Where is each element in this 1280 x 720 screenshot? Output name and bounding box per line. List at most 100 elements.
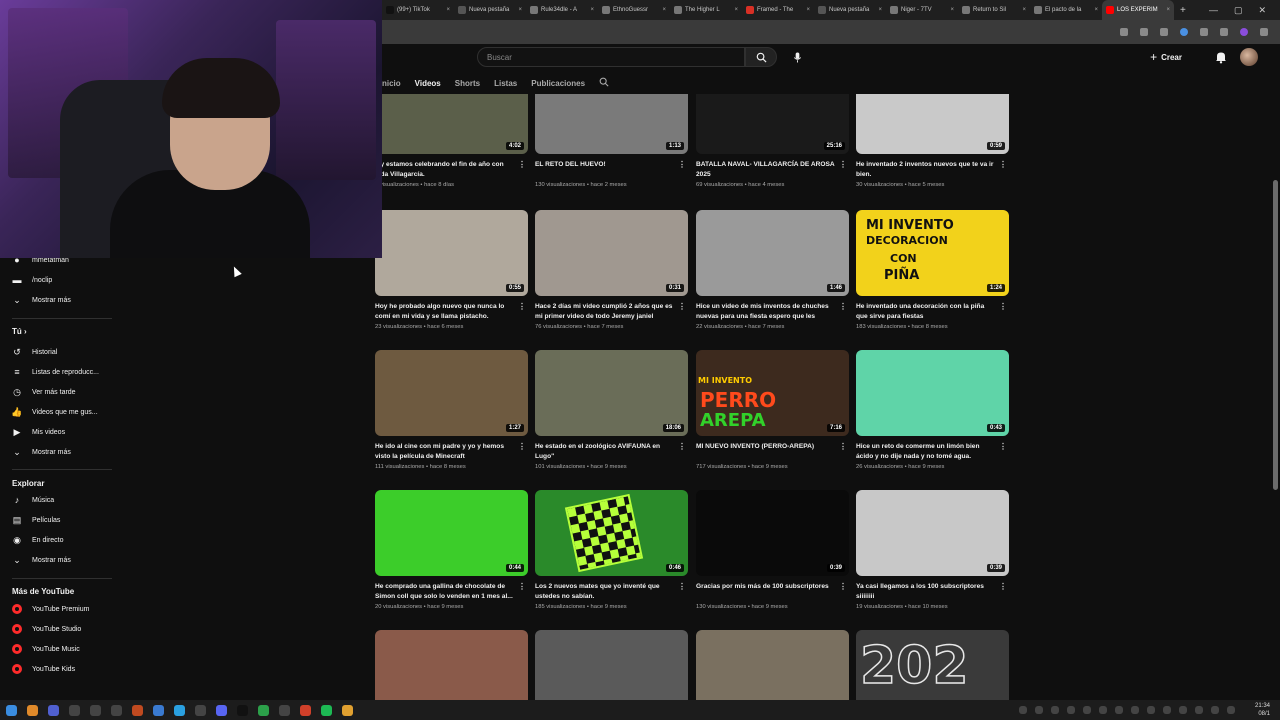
account-avatar[interactable] (1240, 48, 1258, 66)
video-thumbnail[interactable]: 4:02 (375, 94, 528, 154)
video-card[interactable]: 1:27 He ido al cine con mi padre y yo y h… (375, 350, 528, 470)
page-scrollbar[interactable] (1273, 180, 1278, 490)
maximize-icon[interactable]: ▢ (1234, 5, 1243, 16)
notifications-bell-icon[interactable] (1214, 50, 1228, 64)
tab-close-icon[interactable]: × (446, 7, 450, 13)
chrome-icon[interactable] (342, 704, 353, 716)
video-card[interactable] (696, 630, 849, 700)
video-card[interactable]: 0:31 Hace 2 días mi video cumplió 2 años … (535, 210, 688, 330)
video-card[interactable] (535, 630, 688, 700)
tab-close-icon[interactable]: × (950, 7, 954, 13)
browser-tab[interactable]: Niger - 7TV × (886, 0, 958, 20)
video-thumbnail[interactable]: 1:27 (375, 350, 528, 436)
more-options-icon[interactable]: ⋮ (839, 160, 847, 169)
video-thumbnail[interactable]: 1:13 (535, 94, 688, 154)
more-options-icon[interactable]: ⋮ (999, 442, 1007, 451)
video-thumbnail[interactable]: 0:59 (856, 94, 1009, 154)
video-card[interactable]: 0:59 He inventado 2 inventos nuevos que t… (856, 94, 1009, 188)
tab-close-icon[interactable]: × (662, 7, 666, 13)
tab-close-icon[interactable]: × (518, 7, 522, 13)
video-title[interactable]: Hice un video de mis inventos de chuches… (696, 302, 849, 321)
app-icon[interactable] (195, 704, 206, 716)
taskbar-clock[interactable]: 21:34 08/1 (1255, 702, 1280, 718)
spotify-icon[interactable] (321, 704, 332, 716)
video-card[interactable]: 0:39 Ya casi llegamos a los 100 subscript… (856, 490, 1009, 610)
video-card[interactable]: 4:02 ...y estamos celebrando el fin de añ… (375, 94, 528, 188)
browser-tab[interactable]: Return to Sil × (958, 0, 1030, 20)
tray-icon[interactable] (1130, 706, 1139, 714)
video-thumbnail[interactable]: 25:16 (696, 94, 849, 154)
key-icon[interactable] (1160, 28, 1168, 36)
video-thumbnail[interactable]: 0:31 (535, 210, 688, 296)
tab-close-icon[interactable]: × (1166, 7, 1170, 13)
video-thumbnail[interactable] (375, 630, 528, 700)
tab-close-icon[interactable]: × (878, 7, 882, 13)
sidebar-item-pel-culas[interactable]: ▤ Películas (12, 513, 61, 527)
browser-tab[interactable]: Rule34dle - A × (526, 0, 598, 20)
app-icon[interactable] (69, 704, 80, 716)
more-options-icon[interactable]: ⋮ (839, 582, 847, 591)
minimize-icon[interactable]: — (1209, 5, 1218, 16)
channel-search-icon[interactable] (599, 77, 609, 89)
video-card[interactable]: 1:13 EL RETO DEL HUEVO! ⋮ 130 visualizacion… (535, 94, 688, 188)
tab-close-icon[interactable]: × (806, 7, 810, 13)
more-options-icon[interactable]: ⋮ (518, 160, 526, 169)
browser-tab[interactable]: Nueva pestaña × (454, 0, 526, 20)
video-card[interactable]: 0:39 Gracias por mis más de 100 subscript… (696, 490, 849, 610)
search-icon[interactable] (27, 704, 38, 716)
tray-icon[interactable] (1210, 706, 1219, 714)
video-card[interactable]: MI INVENTO DECORACION CON PIÑA 1:24 He invent… (856, 210, 1009, 330)
sidebar-item-listas-de-reproducc-[interactable]: ≡ Listas de reproducc... (12, 365, 99, 379)
more-options-icon[interactable]: ⋮ (999, 582, 1007, 591)
tray-icon[interactable] (1114, 706, 1123, 714)
tab-listas[interactable]: Listas (494, 79, 517, 88)
video-card[interactable]: MI INVENTO PERRO AREPA 7:16 MI NUEVO INVENTO… (696, 350, 849, 470)
new-tab-plus-icon[interactable]: + (1174, 5, 1192, 16)
more-options-icon[interactable]: ⋮ (839, 302, 847, 311)
sidebar-item-en-directo[interactable]: ◉ En directo (12, 533, 63, 547)
tray-icon[interactable] (1146, 706, 1155, 714)
video-title[interactable]: He comprado una gallina de chocolate de … (375, 582, 528, 601)
video-title[interactable]: MI NUEVO INVENTO (PERRO-AREPA) (696, 442, 849, 461)
video-thumbnail[interactable]: 0:39 (696, 490, 849, 576)
video-title[interactable]: He inventado una decoración con la piña … (856, 302, 1009, 321)
video-card[interactable]: 0:43 Hice un reto de comerme un limón bie… (856, 350, 1009, 470)
tiktok-icon[interactable] (237, 704, 248, 716)
extension-blue-icon[interactable] (1180, 28, 1188, 36)
more-options-icon[interactable]: ⋮ (839, 442, 847, 451)
sidebar-item-videos-que-me-gus-[interactable]: 👍 Videos que me gus... (11, 405, 97, 419)
browser-menu-icon[interactable] (1260, 28, 1268, 36)
browser-tab[interactable]: Nueva pestaña × (814, 0, 886, 20)
video-card[interactable]: 18:06 He estado en el zoológico AVIFAUNA … (535, 350, 688, 470)
video-thumbnail[interactable]: 1:46 (696, 210, 849, 296)
app-icon[interactable] (279, 704, 290, 716)
sidebar-item--noclip[interactable]: ▬ /noclip (12, 273, 53, 287)
video-card[interactable] (375, 630, 528, 700)
tab-shorts[interactable]: Shorts (455, 79, 480, 88)
video-card[interactable]: 1:46 Hice un video de mis inventos de chu… (696, 210, 849, 330)
video-title[interactable]: He inventado 2 inventos nuevos que te va… (856, 160, 1009, 179)
video-thumbnail[interactable]: MI INVENTO DECORACION CON PIÑA 1:24 (856, 210, 1009, 296)
bookmark-star-icon[interactable] (1140, 28, 1148, 36)
browser-tab[interactable]: (99+) TikTok × (382, 0, 454, 20)
tray-icon[interactable] (1194, 706, 1203, 714)
profile-icon[interactable] (1240, 28, 1248, 36)
video-thumbnail[interactable] (535, 630, 688, 700)
browser-tab[interactable]: The Higher L × (670, 0, 742, 20)
video-thumbnail[interactable]: 0:39 (856, 490, 1009, 576)
sidebar-item-youtube-music[interactable]: YouTube Music (12, 642, 80, 656)
tray-icon[interactable] (1050, 706, 1059, 714)
more-options-icon[interactable]: ⋮ (518, 582, 526, 591)
tray-icon[interactable] (1178, 706, 1187, 714)
more-options-icon[interactable]: ⋮ (999, 160, 1007, 169)
video-title[interactable]: Hace 2 días mi video cumplió 2 años que … (535, 302, 688, 321)
chrome-icon[interactable] (300, 704, 311, 716)
sidebar-section-tu[interactable]: Tú › (12, 327, 27, 336)
video-card[interactable]: 0:44 He comprado una gallina de chocolate… (375, 490, 528, 610)
video-card[interactable]: 25:16 BATALLA NAVAL- VILLAGARCÍA DE AROSA… (696, 94, 849, 188)
tab-close-icon[interactable]: × (590, 7, 594, 13)
tray-icon[interactable] (1226, 706, 1235, 714)
video-title[interactable]: BATALLA NAVAL- VILLAGARCÍA DE AROSA 2025 (696, 160, 849, 179)
create-button[interactable]: + Crear (1144, 48, 1188, 66)
more-options-icon[interactable]: ⋮ (999, 302, 1007, 311)
